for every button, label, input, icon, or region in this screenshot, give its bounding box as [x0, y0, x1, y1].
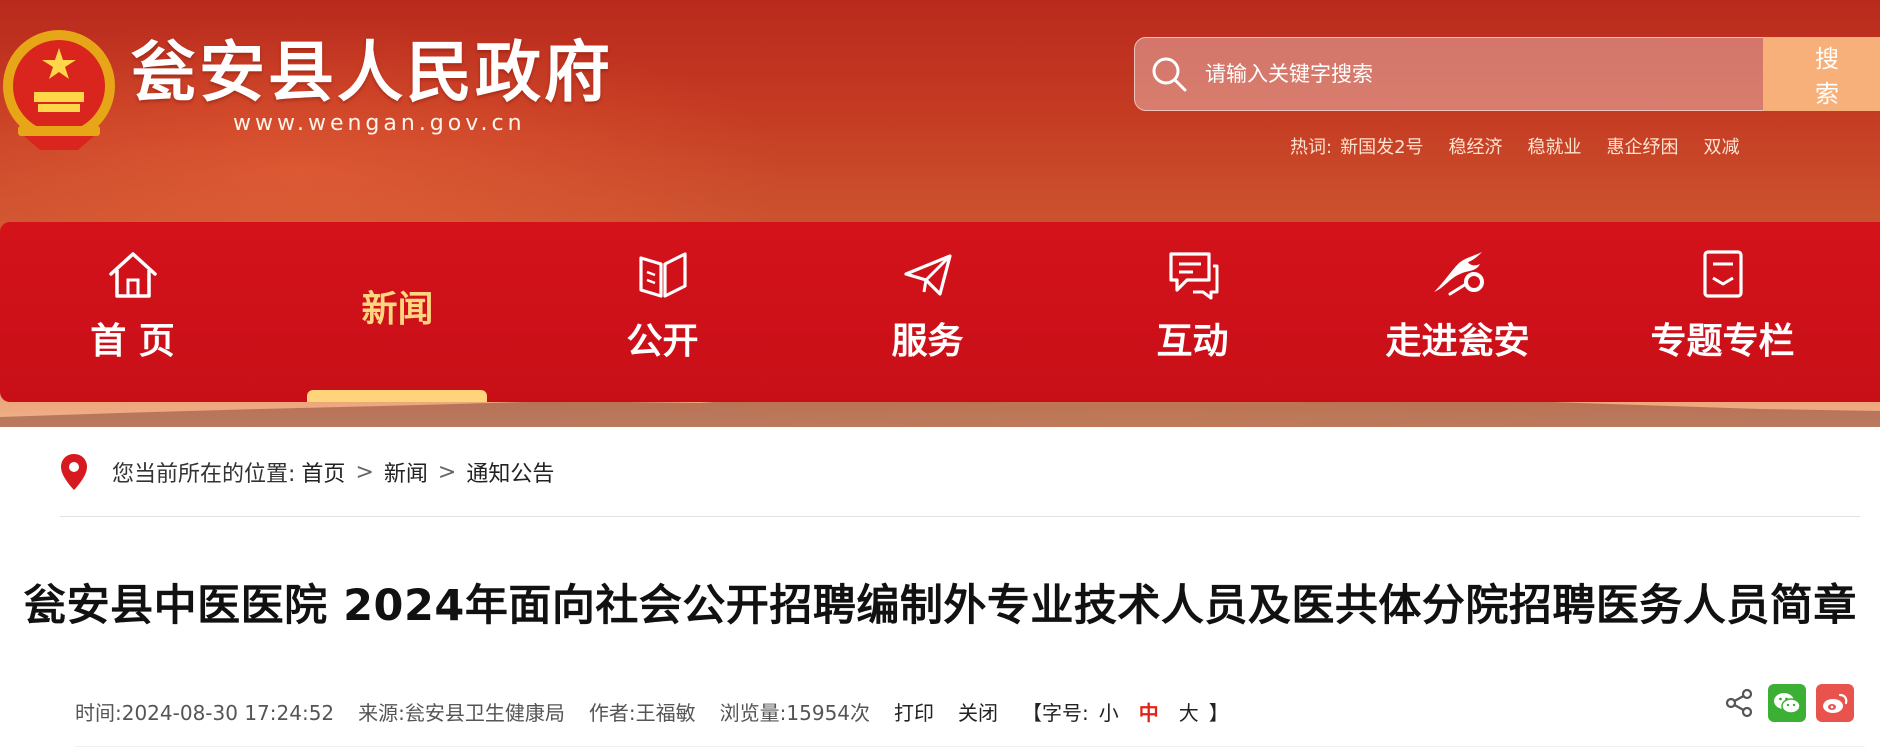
divider [60, 516, 1860, 517]
nav-item-about[interactable]: 走进瓮安 [1325, 222, 1590, 402]
font-size-medium[interactable]: 中 [1139, 697, 1159, 726]
active-tab-indicator [307, 390, 487, 402]
divider [75, 746, 1865, 747]
location-pin-icon [61, 454, 87, 490]
weibo-share-button[interactable] [1816, 684, 1854, 722]
document-icon [1702, 250, 1743, 298]
weibo-icon [1823, 693, 1848, 713]
breadcrumb-home[interactable]: 首页 [301, 456, 345, 488]
site-title: 瓮安县人民政府 [130, 33, 613, 111]
nav-label: 新闻 [361, 289, 434, 330]
font-size-large[interactable]: 大 [1179, 697, 1199, 726]
search-input[interactable] [1205, 53, 1765, 95]
nav-label: 互动 [1156, 321, 1229, 362]
nav-item-news[interactable]: 新闻 [265, 222, 530, 402]
site-url: www.wengan.gov.cn [233, 111, 526, 136]
nav-label: 走进瓮安 [1385, 321, 1530, 362]
share-icon[interactable] [1724, 688, 1754, 718]
font-size-small[interactable]: 小 [1099, 697, 1119, 726]
article-title: 瓮安县中医医院 2024年面向社会公开招聘编制外专业技术人员及医共体分院招聘医务… [23, 581, 1857, 631]
nav-item-home[interactable]: 首 页 [0, 222, 265, 402]
nav-label: 专题专栏 [1650, 321, 1795, 362]
nav-item-service[interactable]: 服务 [795, 222, 1060, 402]
hotword-link[interactable]: 双减 [1704, 134, 1740, 162]
breadcrumb-news[interactable]: 新闻 [384, 456, 428, 488]
breadcrumb-prefix: 您当前所在的位置: [112, 462, 296, 487]
breadcrumb-separator: > [437, 459, 457, 485]
print-button[interactable]: 打印 [894, 697, 934, 726]
national-emblem-icon [3, 30, 115, 150]
hotword-link[interactable]: 稳就业 [1528, 134, 1582, 162]
hotword-link[interactable]: 稳经济 [1449, 134, 1503, 162]
breadcrumb: 您当前所在的位置: 首页 > 新闻 > 通知公告 [58, 452, 554, 492]
nav-item-topics[interactable]: 专题专栏 [1590, 222, 1855, 402]
hotword-link[interactable]: 惠企纾困 [1607, 134, 1679, 162]
article-author: 作者:王福敏 [588, 700, 696, 725]
font-size-prefix: 【字号: [1022, 700, 1089, 725]
search-icon [1152, 57, 1187, 92]
close-button[interactable]: 关闭 [958, 697, 998, 726]
main-nav: 首 页 新闻 公开 服务 互动 走进瓮安 专题专栏 [0, 222, 1880, 402]
share-bar [1724, 684, 1864, 722]
home-icon [108, 252, 157, 298]
nav-item-interact[interactable]: 互动 [1060, 222, 1325, 402]
chat-icon [1168, 252, 1218, 300]
hotwords-label: 热词: [1290, 137, 1333, 158]
book-icon [638, 252, 687, 298]
nav-item-open[interactable]: 公开 [530, 222, 795, 402]
publish-time: 时间:2024-08-30 17:24:52 [75, 700, 335, 725]
article-source: 来源:瓮安县卫生健康局 [358, 700, 565, 725]
wechat-share-button[interactable] [1768, 684, 1806, 722]
breadcrumb-notices[interactable]: 通知公告 [466, 456, 554, 488]
nav-label: 首 页 [90, 321, 175, 362]
hotword-link[interactable]: 新国发2号 [1340, 134, 1423, 162]
search-button[interactable]: 搜索 [1763, 37, 1880, 111]
nav-label: 服务 [891, 321, 964, 362]
breadcrumb-separator: > [355, 459, 374, 485]
wechat-icon [1774, 693, 1801, 714]
paper-plane-icon [903, 254, 952, 296]
article-meta: 时间:2024-08-30 17:24:52 来源:瓮安县卫生健康局 作者:王福… [75, 694, 1229, 728]
hotwords: 热词: 新国发2号 稳经济 稳就业 惠企纾困 双减 [1290, 134, 1765, 162]
font-size-suffix: 】 [1208, 700, 1229, 725]
nav-label: 公开 [626, 321, 699, 362]
view-count: 浏览量:15954次 [719, 700, 871, 725]
dragon-icon [1433, 252, 1484, 296]
